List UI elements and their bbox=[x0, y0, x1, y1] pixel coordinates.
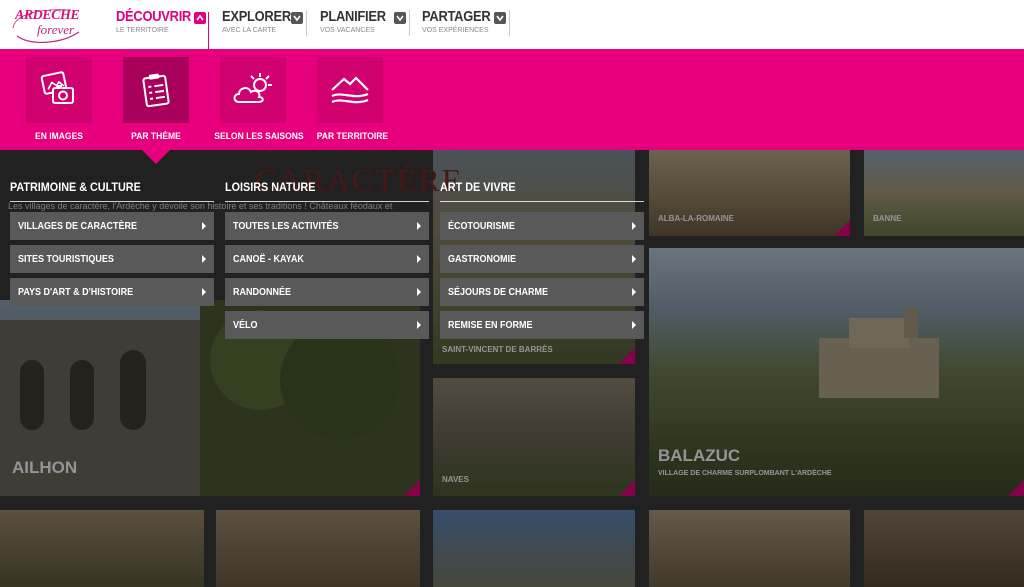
menu-item-activites[interactable]: TOUTES LES ACTIVITÉS bbox=[225, 212, 429, 240]
nav-explorer-sub: AVEC LA CARTE bbox=[222, 27, 277, 34]
category-saisons[interactable] bbox=[220, 57, 286, 123]
menu-item-canoe[interactable]: CANOË - KAYAK bbox=[225, 245, 429, 273]
menu-item-label: REMISE EN FORME bbox=[448, 319, 533, 331]
chevron-right-icon bbox=[417, 321, 421, 329]
nav-separator bbox=[306, 10, 307, 36]
photo-camera-icon bbox=[40, 71, 74, 104]
menu-item-randonnee[interactable]: RANDONNÉE bbox=[225, 278, 429, 306]
menu-item-label: SITES TOURISTIQUES bbox=[18, 253, 114, 265]
menu-heading-patrimoine: PATRIMOINE & CULTURE bbox=[10, 180, 141, 194]
nav-planifier-label: PLANIFIER bbox=[320, 8, 386, 25]
menu-item-label: CANOË - KAYAK bbox=[233, 253, 304, 265]
nav-planifier[interactable]: PLANIFIER VOS VACANCES bbox=[320, 8, 396, 38]
menu-item-pays-art[interactable]: PAYS D'ART & D'HISTOIRE bbox=[10, 278, 214, 306]
nav-separator bbox=[509, 10, 510, 36]
chevron-down-icon[interactable] bbox=[494, 12, 506, 24]
nav-partager-label: PARTAGER bbox=[422, 8, 491, 25]
chevron-right-icon bbox=[632, 288, 636, 296]
menu-item-label: ÉCOTOURISME bbox=[448, 220, 515, 232]
active-category-pointer bbox=[142, 150, 170, 164]
menu-item-sites[interactable]: SITES TOURISTIQUES bbox=[10, 245, 214, 273]
nav-decouvrir[interactable]: DÉCOUVRIR LE TERRITOIRE bbox=[116, 8, 203, 38]
nav-decouvrir-label: DÉCOUVRIR bbox=[116, 8, 192, 25]
menu-item-label: GASTRONOMIE bbox=[448, 253, 517, 265]
category-band: EN IMAGES PAR THÈME SELON LES SAISONS PA… bbox=[0, 49, 1024, 150]
nav-planifier-sub: VOS VACANCES bbox=[320, 27, 375, 34]
site-logo[interactable]: ARDECHE forever bbox=[11, 6, 83, 44]
menu-item-label: VILLAGES DE CARACTÈRE bbox=[18, 220, 138, 232]
category-par-theme-label[interactable]: PAR THÈME bbox=[129, 131, 183, 142]
chevron-right-icon bbox=[417, 222, 421, 230]
nav-separator bbox=[409, 10, 410, 36]
menu-item-velo[interactable]: VÉLO bbox=[225, 311, 429, 339]
chevron-up-icon[interactable] bbox=[194, 12, 206, 24]
mountain-landscape-icon bbox=[331, 76, 369, 104]
category-en-images-label[interactable]: EN IMAGES bbox=[32, 131, 86, 142]
chevron-right-icon bbox=[202, 255, 206, 263]
category-saisons-label[interactable]: SELON LES SAISONS bbox=[214, 131, 303, 142]
chevron-right-icon bbox=[202, 222, 206, 230]
chevron-down-icon[interactable] bbox=[291, 12, 303, 24]
chevron-right-icon bbox=[632, 321, 636, 329]
chevron-right-icon bbox=[202, 288, 206, 296]
menu-heading-art-de-vivre: ART DE VIVRE bbox=[440, 180, 516, 194]
theme-mega-menu: PATRIMOINE & CULTURE VILLAGES DE CARACTÈ… bbox=[0, 150, 650, 350]
cloud-sun-icon bbox=[233, 73, 272, 103]
nav-partager-sub: VOS EXPÉRIENCES bbox=[422, 27, 489, 34]
menu-item-label: SÉJOURS DE CHARME bbox=[448, 286, 549, 298]
top-navigation-bar: ARDECHE forever DÉCOUVRIR LE TERRITOIRE … bbox=[0, 0, 1024, 49]
category-par-territoire-label[interactable]: PAR TERRITOIRE bbox=[317, 131, 388, 142]
menu-divider bbox=[225, 201, 429, 202]
menu-item-gastronomie[interactable]: GASTRONOMIE bbox=[440, 245, 644, 273]
menu-heading-loisirs: LOISIRS NATURE bbox=[225, 180, 316, 194]
page: AILHON ALBA-LA-ROMAINE BANNE SAINT-VINCE… bbox=[0, 0, 1024, 587]
menu-item-sejours[interactable]: SÉJOURS DE CHARME bbox=[440, 278, 644, 306]
chevron-down-icon[interactable] bbox=[394, 12, 406, 24]
chevron-right-icon bbox=[632, 255, 636, 263]
category-par-territoire[interactable] bbox=[317, 57, 383, 123]
menu-item-villages[interactable]: VILLAGES DE CARACTÈRE bbox=[10, 212, 214, 240]
clipboard-list-icon bbox=[142, 73, 170, 108]
menu-item-label: RANDONNÉE bbox=[233, 286, 292, 298]
menu-item-remise-en-forme[interactable]: REMISE EN FORME bbox=[440, 311, 644, 339]
menu-item-label: PAYS D'ART & D'HISTOIRE bbox=[18, 286, 134, 298]
nav-explorer-label: EXPLORER bbox=[222, 8, 291, 25]
menu-item-label: VÉLO bbox=[233, 319, 258, 331]
category-en-images[interactable] bbox=[26, 57, 92, 123]
category-par-theme[interactable] bbox=[123, 57, 189, 123]
menu-item-label: TOUTES LES ACTIVITÉS bbox=[233, 220, 339, 232]
chevron-right-icon bbox=[632, 222, 636, 230]
nav-active-indicator bbox=[208, 12, 209, 49]
menu-divider bbox=[440, 201, 644, 202]
chevron-right-icon bbox=[417, 255, 421, 263]
menu-item-ecotourisme[interactable]: ÉCOTOURISME bbox=[440, 212, 644, 240]
chevron-right-icon bbox=[417, 288, 421, 296]
logo-subtext: forever bbox=[37, 22, 75, 37]
nav-partager[interactable]: PARTAGER VOS EXPÉRIENCES bbox=[422, 8, 502, 38]
menu-divider bbox=[10, 201, 214, 202]
nav-decouvrir-sub: LE TERRITOIRE bbox=[116, 27, 169, 34]
